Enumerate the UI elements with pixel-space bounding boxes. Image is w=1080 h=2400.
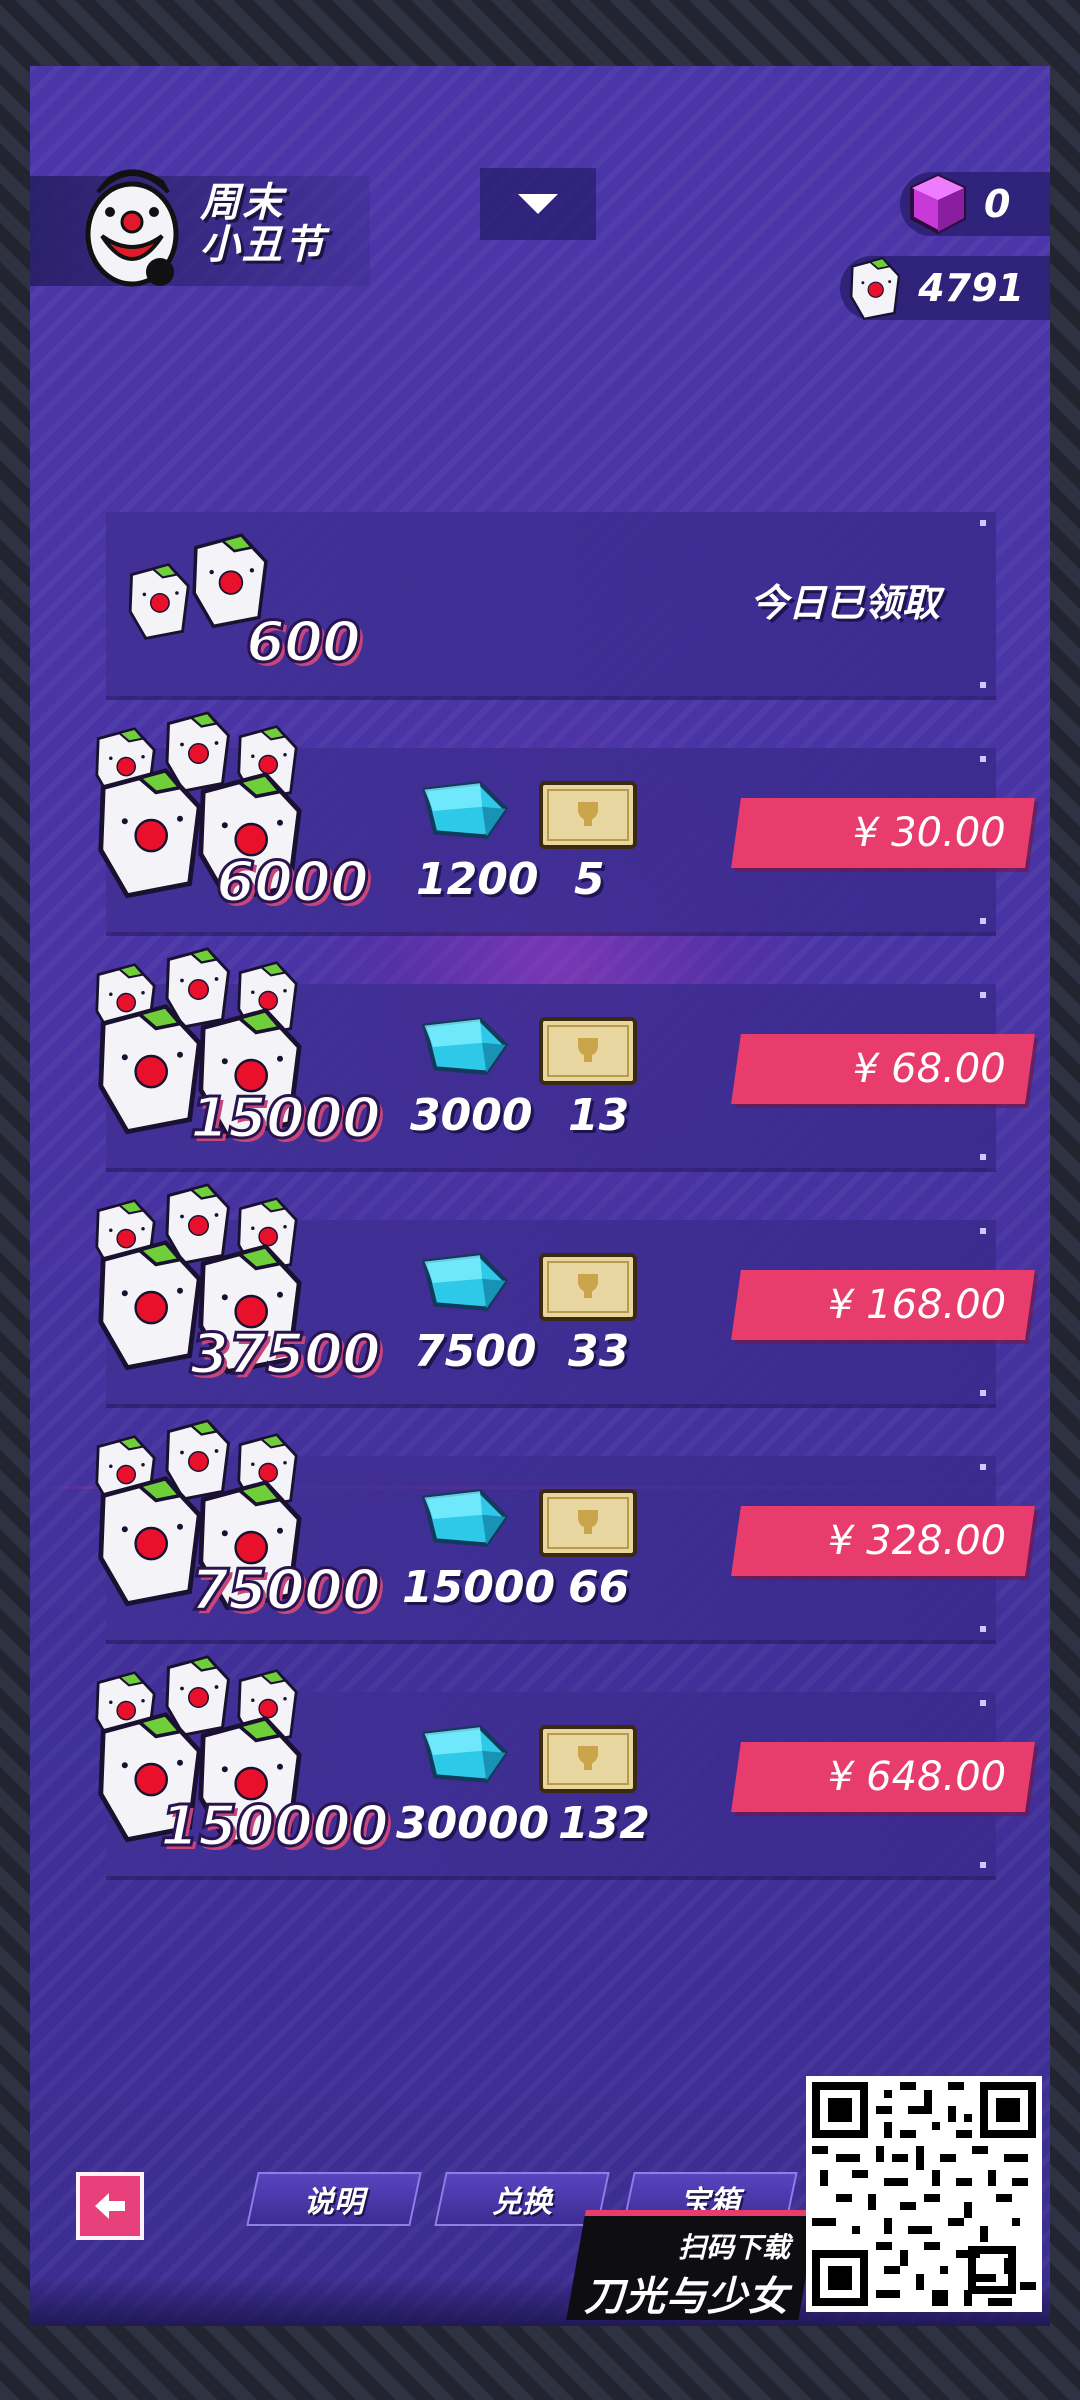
joker-currency-display[interactable]: 4791 <box>840 256 1050 320</box>
pack-amount: 75000 <box>189 1557 383 1625</box>
event-title-line2: 小丑节 <box>200 222 326 268</box>
price-label: ¥ 68.00 <box>853 1046 1006 1092</box>
event-title-line1: 周末 <box>200 180 284 226</box>
crystal-amount: 7500 <box>414 1326 537 1377</box>
back-arrow-icon <box>95 2193 125 2219</box>
pack-amount: 37500 <box>189 1321 383 1389</box>
ticket-amount: 33 <box>568 1326 630 1377</box>
tab-label: 说明 <box>304 2185 364 2220</box>
crystal-icon <box>416 1248 512 1318</box>
event-title: 周末 小丑节 <box>200 182 326 266</box>
purple-currency-value: 0 <box>984 182 1011 226</box>
price-label: ¥ 648.00 <box>827 1754 1006 1800</box>
purple-currency-display[interactable]: 0 <box>900 172 1050 236</box>
buy-button[interactable]: ¥ 30.00 <box>731 798 1035 868</box>
crystal-amount: 15000 <box>402 1562 556 1613</box>
crystal-amount: 30000 <box>396 1798 550 1849</box>
purple-cube-icon <box>910 173 966 235</box>
ticket-amount: 5 <box>574 854 605 905</box>
price-label: ¥ 168.00 <box>827 1282 1006 1328</box>
ticket-amount: 13 <box>568 1090 630 1141</box>
price-label: ¥ 30.00 <box>853 810 1006 856</box>
claimed-status: 今日已领取 <box>749 581 940 625</box>
crystal-amount: 1200 <box>416 854 539 905</box>
crystal-icon <box>416 1012 512 1082</box>
ticket-amount: 132 <box>558 1798 650 1849</box>
joker-logo-icon <box>85 169 179 287</box>
ticket-amount: 66 <box>568 1562 630 1613</box>
free-pack-amount: 600 <box>245 609 363 677</box>
buy-button[interactable]: ¥ 648.00 <box>731 1742 1035 1812</box>
event-dropdown-button[interactable] <box>480 168 596 240</box>
crystal-icon <box>416 1720 512 1790</box>
pack-amount: 6000 <box>215 849 371 917</box>
crystal-amount: 3000 <box>410 1090 533 1141</box>
promo-subtitle: 扫码下载 <box>678 2231 791 2264</box>
joker-currency-value: 4791 <box>918 266 1024 310</box>
tab-label: 兑换 <box>492 2185 552 2220</box>
promo-title: 刀光与少女 <box>584 2274 789 2320</box>
buy-button[interactable]: ¥ 68.00 <box>731 1034 1035 1104</box>
buy-button[interactable]: ¥ 168.00 <box>731 1270 1035 1340</box>
crystal-icon <box>416 1484 512 1554</box>
tab-description[interactable]: 说明 <box>246 2172 422 2226</box>
pack-amount: 150000 <box>159 1793 391 1861</box>
pack-amount: 15000 <box>189 1085 383 1153</box>
ticket-icon <box>539 1253 637 1321</box>
back-button[interactable] <box>76 2172 144 2240</box>
ticket-icon <box>539 1489 637 1557</box>
event-screen: 周末 小丑节 0 4791 今日已领取 600 6000 1200 5 ¥ 30… <box>30 66 1050 2326</box>
price-label: ¥ 328.00 <box>827 1518 1006 1564</box>
qr-code-icon <box>806 2076 1042 2312</box>
crystal-icon <box>416 776 512 846</box>
chevron-down-icon <box>518 194 558 214</box>
joker-card-icon <box>850 257 901 320</box>
buy-button[interactable]: ¥ 328.00 <box>731 1506 1035 1576</box>
ticket-icon <box>539 1725 637 1793</box>
ticket-icon <box>539 1017 637 1085</box>
ticket-icon <box>539 781 637 849</box>
